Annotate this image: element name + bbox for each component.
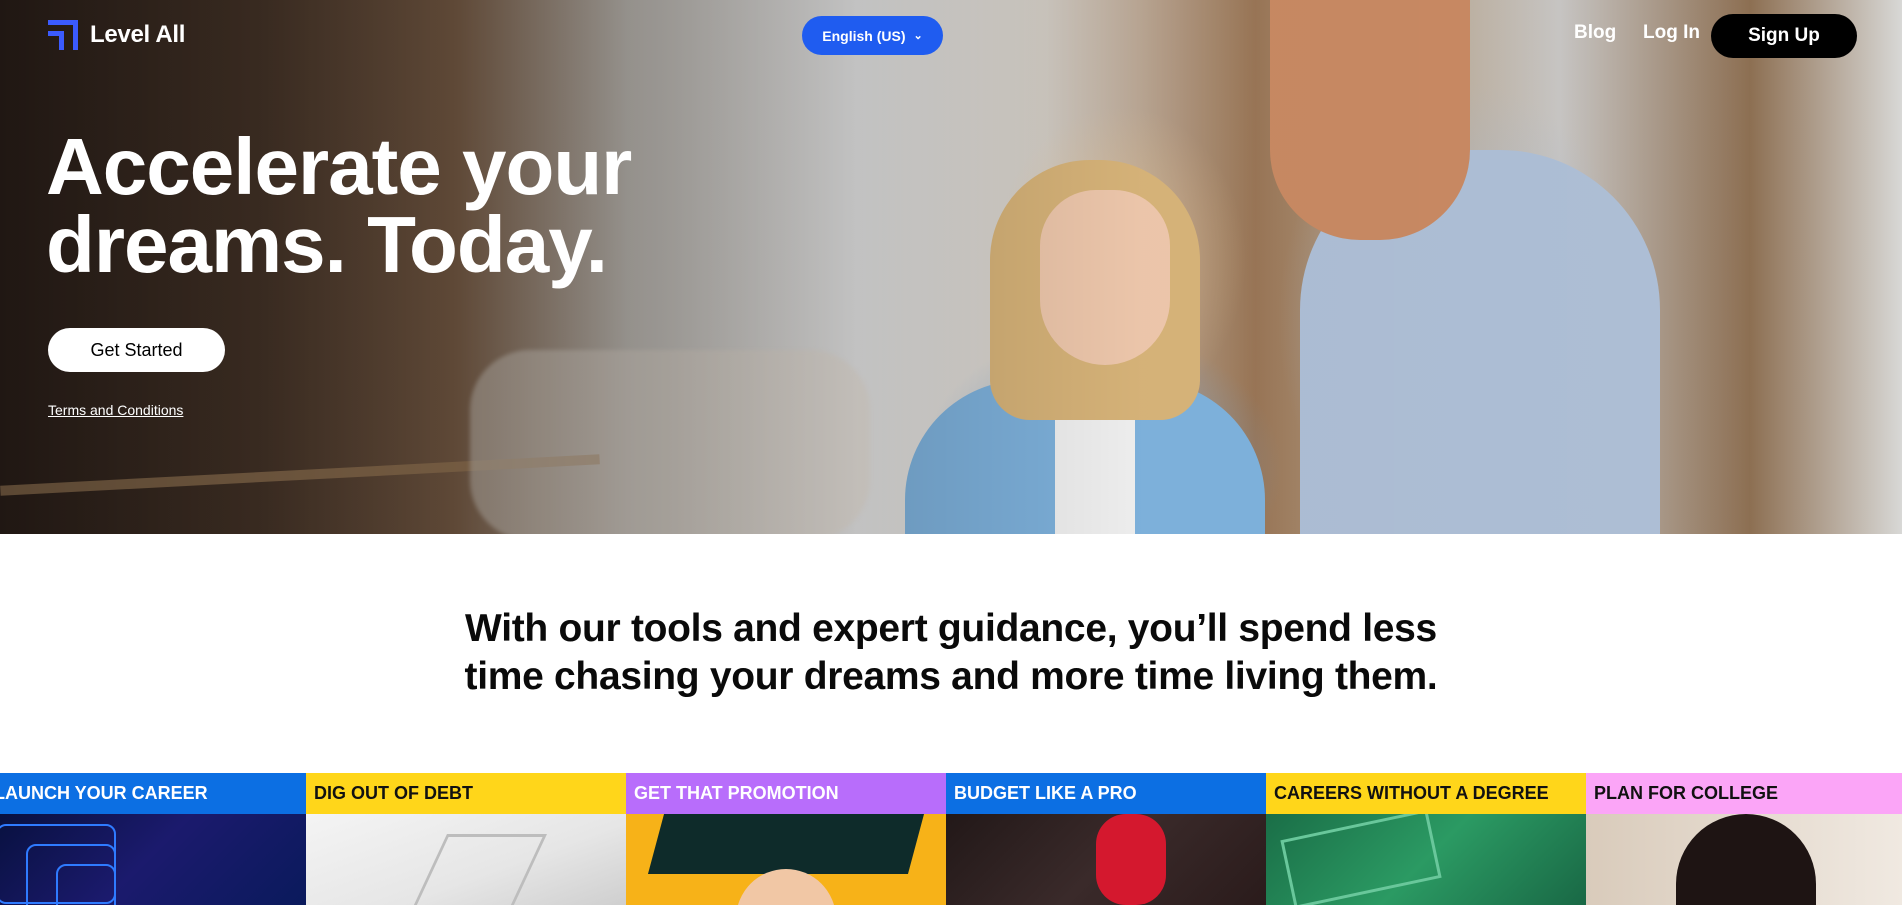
category-card-launch-your-career[interactable]: LAUNCH YOUR CAREER	[0, 773, 306, 905]
terms-link[interactable]: Terms and Conditions	[48, 402, 183, 418]
language-selector[interactable]: English (US) ⌄	[802, 16, 943, 55]
category-label: CAREERS WITHOUT A DEGREE	[1266, 773, 1586, 814]
hero-section: Level All English (US) ⌄ Blog Log In Sig…	[0, 0, 1902, 534]
nav-login-link[interactable]: Log In	[1643, 22, 1700, 44]
category-image-graduate	[626, 814, 946, 905]
category-card-dig-out-of-debt[interactable]: DIG OUT OF DEBT	[306, 773, 626, 905]
category-card-get-that-promotion[interactable]: GET THAT PROMOTION	[626, 773, 946, 905]
category-label: GET THAT PROMOTION	[626, 773, 946, 814]
tagline: With our tools and expert guidance, you’…	[351, 605, 1551, 701]
tagline-line2: time chasing your dreams and more time l…	[464, 655, 1438, 698]
category-card-budget-like-a-pro[interactable]: BUDGET LIKE A PRO	[946, 773, 1266, 905]
hero-title: Accelerate your dreams. Today.	[46, 127, 766, 285]
category-label: BUDGET LIKE A PRO	[946, 773, 1266, 814]
logo-link[interactable]: Level All	[48, 20, 185, 50]
hero-title-line1: Accelerate your	[46, 122, 632, 211]
category-label: PLAN FOR COLLEGE	[1586, 773, 1902, 814]
chevron-down-icon: ⌄	[913, 30, 923, 42]
category-image-budget	[946, 814, 1266, 905]
category-image-student	[1586, 814, 1902, 905]
get-started-button[interactable]: Get Started	[48, 328, 225, 372]
category-card-careers-without-a-degree[interactable]: CAREERS WITHOUT A DEGREE	[1266, 773, 1586, 905]
category-label: LAUNCH YOUR CAREER	[0, 773, 306, 814]
category-image-skylight	[306, 814, 626, 905]
category-strip: LAUNCH YOUR CAREER DIG OUT OF DEBT GET T…	[0, 773, 1902, 905]
signup-button[interactable]: Sign Up	[1711, 14, 1857, 58]
language-selector-label: English (US)	[822, 27, 906, 44]
tagline-line1: With our tools and expert guidance, you’…	[465, 607, 1437, 650]
hero-title-line2: dreams. Today.	[46, 200, 608, 289]
nav-blog-link[interactable]: Blog	[1574, 22, 1616, 44]
category-image-circuit	[0, 814, 306, 905]
category-image-money	[1266, 814, 1586, 905]
level-all-logo-icon	[48, 20, 78, 50]
category-card-plan-for-college[interactable]: PLAN FOR COLLEGE	[1586, 773, 1902, 905]
category-label: DIG OUT OF DEBT	[306, 773, 626, 814]
brand-name: Level All	[90, 21, 186, 48]
